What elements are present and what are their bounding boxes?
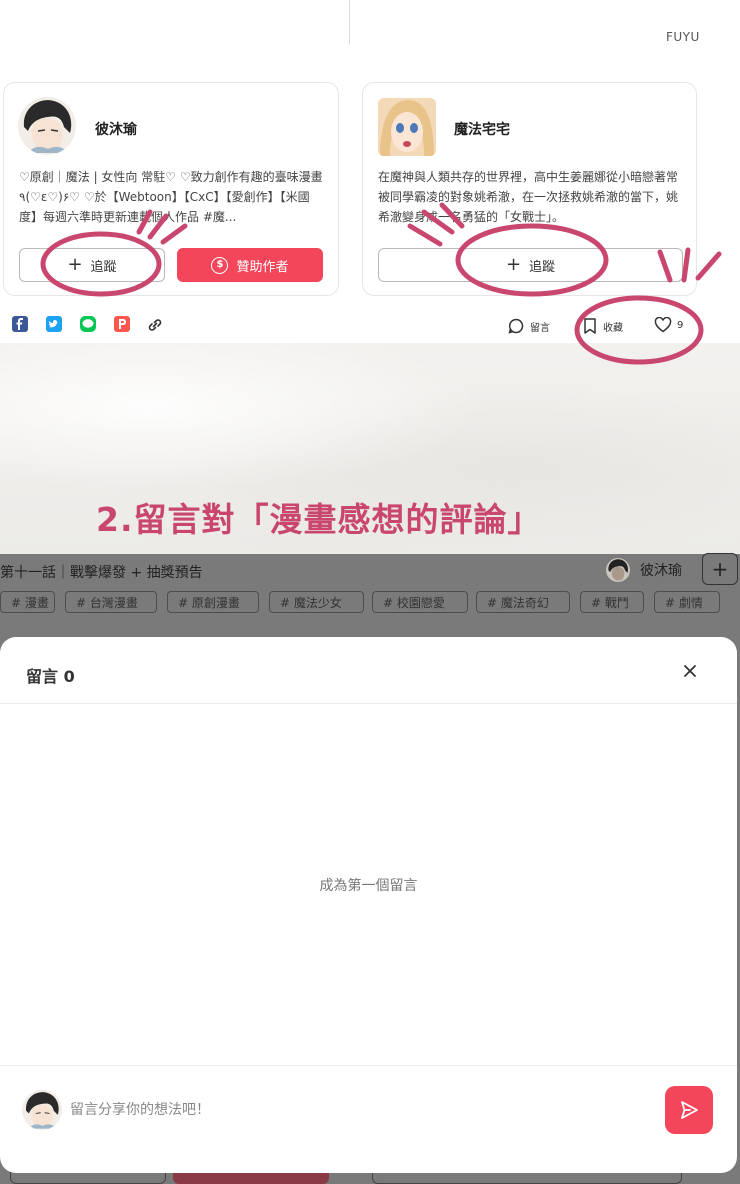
author-card: 魔法宅宅 在魔神與人類共存的世界裡，高中生姜麗娜從小暗戀著常被同學霸凌的對象姚希… (362, 82, 697, 296)
tag-chip: # 漫畫 (0, 591, 55, 613)
comment-modal: 留言 0 成為第一個留言 (0, 637, 737, 1173)
tag-chip: # 戰鬥 (580, 591, 644, 613)
plurk-icon[interactable] (114, 316, 130, 332)
sponsor-label: 贊助作者 (236, 259, 289, 275)
author-avatar[interactable] (378, 98, 436, 156)
top-strip: FUYU (0, 0, 740, 72)
banner-caption: 2.留言對「漫畫感想的評論」 (96, 500, 542, 539)
tag-chip: # 劇情 (654, 591, 720, 613)
author-bio: 在魔神與人類共存的世界裡，高中生姜麗娜從小暗戀著常被同學霸凌的對象姚希澈，在一次… (378, 170, 679, 224)
link-icon[interactable] (146, 316, 162, 332)
close-icon[interactable] (680, 661, 700, 681)
bookmark-action[interactable]: 收藏 (582, 317, 623, 335)
tag-chip: # 魔法奇幻 (476, 591, 570, 613)
facebook-icon[interactable] (12, 316, 28, 332)
tutorial-banner: 2.留言對「漫畫感想的評論」 (0, 343, 740, 554)
follow-label: 追蹤 (529, 259, 556, 275)
episode-author-name: 彼沐瑜 (640, 563, 682, 579)
modal-header: 留言 0 (0, 637, 737, 704)
tag-list: # 漫畫 # 台灣漫畫 # 原創漫畫 # 魔法少女 # 校園戀愛 # 魔法奇幻 # 戰鬥 # … (0, 591, 740, 613)
empty-comments-text: 成為第一個留言 (319, 878, 418, 894)
send-icon (681, 1101, 698, 1119)
follow-label: 追蹤 (90, 259, 117, 275)
like-count: 9 (677, 319, 684, 331)
author-card: 彼沐瑜 ♡原創｜魔法 | 女性向 常駐♡ ♡致力創作有趣的臺味漫畫٩(♡ε♡)۶… (3, 82, 339, 296)
episode-author-avatar (606, 558, 630, 582)
author-avatar[interactable] (18, 97, 76, 155)
follow-button[interactable]: + 追蹤 (378, 248, 683, 282)
bookmark-icon (584, 318, 596, 334)
modal-title: 留言 0 (26, 667, 75, 686)
annotation-tick (695, 251, 722, 281)
send-button[interactable] (665, 1086, 713, 1134)
episode-title: 第十一話｜戰擊爆發 + 抽獎預告 (0, 565, 203, 581)
like-action[interactable]: 9 (654, 317, 683, 333)
comment-action-label: 留言 (530, 322, 550, 334)
dollar-coin-icon: $ (211, 256, 229, 274)
comment-composer (0, 1065, 737, 1173)
plus-icon: + (67, 254, 83, 275)
tag-chip: # 魔法少女 (269, 591, 364, 613)
comment-icon (508, 318, 524, 334)
heart-icon (654, 317, 672, 333)
tag-chip: # 台灣漫畫 (65, 591, 157, 613)
author-name[interactable]: 魔法宅宅 (454, 119, 510, 139)
bookmark-action-label: 收藏 (603, 322, 623, 334)
author-bio: ♡原創｜魔法 | 女性向 常駐♡ ♡致力創作有趣的臺味漫畫٩(♡ε♡)۶♡ ♡於… (19, 170, 323, 224)
comment-action[interactable]: 留言 (507, 317, 550, 335)
twitter-icon[interactable] (46, 316, 62, 332)
episode-author[interactable]: 彼沐瑜 (606, 558, 682, 582)
top-divider (349, 0, 350, 44)
author-name[interactable]: 彼沐瑜 (95, 119, 137, 139)
follow-button[interactable]: + 追蹤 (19, 248, 165, 282)
plus-icon: + (505, 254, 522, 275)
sponsor-button[interactable]: $ 贊助作者 (177, 248, 323, 282)
share-bar: 留言 收藏 9 (0, 306, 740, 344)
tag-chip: # 原創漫畫 (167, 591, 259, 613)
current-user-avatar (22, 1090, 62, 1130)
top-username[interactable]: FUYU (666, 30, 700, 44)
episode-follow-button[interactable]: + (702, 553, 738, 585)
tag-chip: # 校園戀愛 (372, 591, 468, 613)
line-icon[interactable] (80, 316, 96, 332)
comment-input[interactable] (70, 1096, 630, 1124)
